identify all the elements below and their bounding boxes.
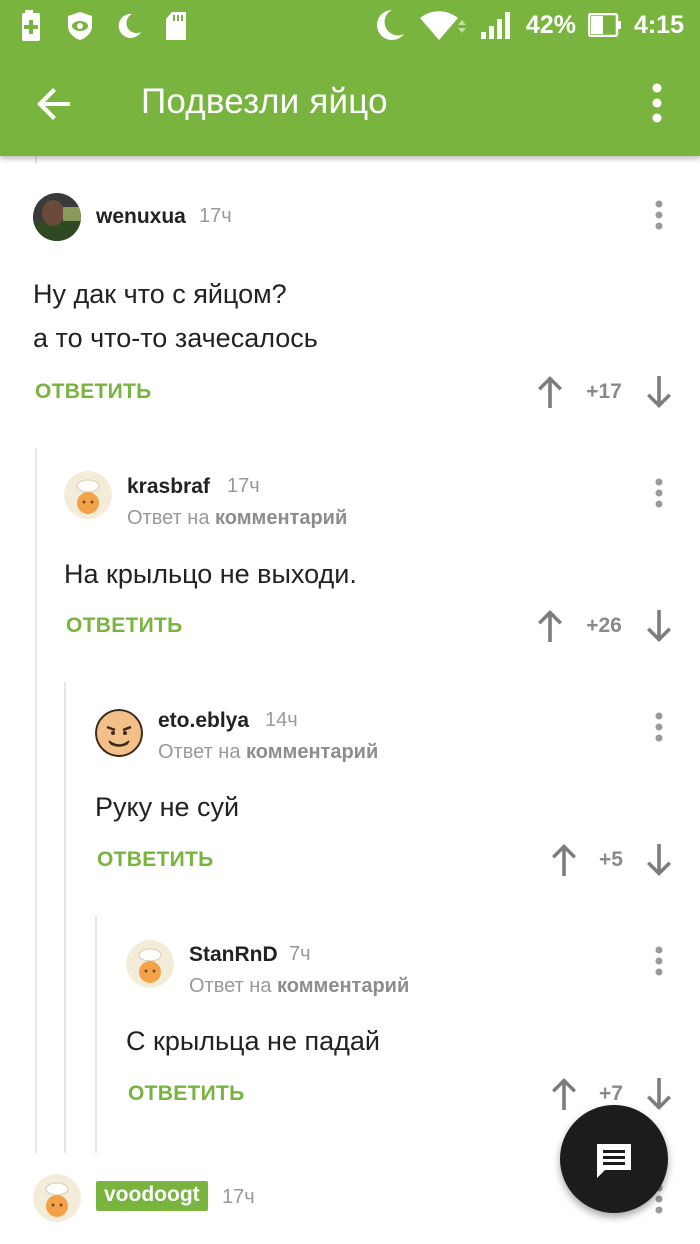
comment-icon	[597, 1144, 631, 1178]
page-title: Подвезли яйцо	[141, 82, 388, 121]
status-bar: 42% 4:15	[0, 0, 700, 52]
sd-card-icon	[166, 12, 186, 40]
arrow-down-icon	[647, 610, 671, 642]
comment-menu-button[interactable]	[645, 942, 673, 982]
moon-icon	[118, 13, 141, 38]
clock: 4:15	[633, 10, 684, 39]
comment-menu-button[interactable]	[645, 708, 673, 748]
upvote-button[interactable]	[550, 1076, 578, 1112]
comment-score: +7	[599, 1082, 623, 1105]
reply-prefix: Ответ на	[189, 975, 272, 997]
more-vert-icon	[652, 83, 662, 123]
comment-line: Ну дак что с яйцом?	[33, 279, 287, 309]
reply-button[interactable]: ОТВЕТИТЬ	[97, 848, 214, 872]
upvote-button[interactable]	[550, 842, 578, 878]
battery-percent: 42%	[525, 10, 576, 39]
comment-score: +17	[586, 380, 622, 403]
downvote-button[interactable]	[645, 374, 673, 410]
comment-text: На крыльцо не выходи.	[64, 552, 357, 596]
upvote-button[interactable]	[536, 374, 564, 410]
avatar[interactable]	[126, 940, 174, 988]
comment-line: а то что-то зачесалось	[33, 323, 318, 353]
reply-button[interactable]: ОТВЕТИТЬ	[128, 1082, 245, 1106]
signal-icon	[480, 12, 510, 39]
arrow-up-icon	[552, 1078, 576, 1110]
downvote-button[interactable]	[645, 842, 673, 878]
comment-score: +26	[586, 614, 622, 637]
comment-text: Ну дак что с яйцом? а то что-то зачесало…	[33, 272, 318, 360]
arrow-up-icon	[538, 376, 562, 408]
reply-target-link[interactable]: комментарий	[246, 741, 378, 763]
comment-score: +5	[599, 848, 623, 871]
battery-icon	[587, 13, 621, 37]
author-username-badge[interactable]: voodoogt	[96, 1181, 208, 1211]
thread-line	[95, 916, 97, 1153]
downvote-button[interactable]	[645, 608, 673, 644]
avatar[interactable]	[33, 1174, 81, 1222]
comment-menu-button[interactable]	[645, 196, 673, 236]
more-vert-icon	[655, 200, 663, 230]
arrow-up-icon	[538, 610, 562, 642]
more-vert-icon	[655, 712, 663, 742]
reply-button[interactable]: ОТВЕТИТЬ	[35, 380, 152, 404]
arrow-down-icon	[647, 844, 671, 876]
more-vert-icon	[655, 946, 663, 976]
reply-target-link[interactable]: комментарий	[277, 975, 409, 997]
comment-text: Руку не суй	[95, 785, 239, 829]
arrow-up-icon	[552, 844, 576, 876]
username[interactable]: krasbraf	[127, 475, 210, 499]
reply-to: Ответ на комментарий	[158, 741, 378, 764]
comment-line: На крыльцо не выходи.	[64, 559, 357, 589]
moon-icon	[376, 10, 404, 40]
username[interactable]: eto.eblya	[158, 709, 249, 733]
battery-saver-icon	[22, 10, 40, 41]
arrow-back-icon	[37, 88, 70, 120]
back-button[interactable]	[34, 82, 78, 126]
comment-time: 17ч	[227, 475, 260, 497]
thread-line	[35, 156, 37, 164]
reply-to: Ответ на комментарий	[127, 507, 347, 530]
eye-shield-icon	[68, 12, 92, 40]
app-bar: Подвезли яйцо	[0, 52, 700, 156]
wifi-icon	[419, 11, 466, 41]
thread-line	[64, 682, 66, 1153]
reply-to: Ответ на комментарий	[189, 975, 409, 998]
reply-target-link[interactable]: комментарий	[215, 507, 347, 529]
comment-time: 14ч	[265, 709, 298, 731]
more-vert-icon	[655, 478, 663, 508]
username[interactable]: StanRnD	[189, 943, 278, 967]
downvote-button[interactable]	[645, 1076, 673, 1112]
write-comment-fab[interactable]	[560, 1105, 668, 1213]
thread-line	[35, 448, 37, 1153]
comment-menu-button[interactable]	[645, 474, 673, 514]
upvote-button[interactable]	[536, 608, 564, 644]
username[interactable]: wenuxua	[96, 205, 186, 229]
avatar[interactable]	[95, 709, 143, 757]
comment-time: 17ч	[199, 205, 232, 227]
overflow-menu-button[interactable]	[640, 80, 674, 126]
comment-line: Руку не суй	[95, 792, 240, 822]
reply-prefix: Ответ на	[158, 741, 241, 763]
reply-button[interactable]: ОТВЕТИТЬ	[66, 614, 183, 638]
comment-time: 17ч	[222, 1186, 255, 1208]
arrow-down-icon	[647, 376, 671, 408]
reply-prefix: Ответ на	[127, 507, 210, 529]
comment-time: 7ч	[289, 943, 311, 965]
avatar[interactable]	[64, 471, 112, 519]
avatar[interactable]	[33, 193, 81, 241]
comment-line: С крыльца не падай	[126, 1026, 380, 1056]
arrow-down-icon	[647, 1078, 671, 1110]
comment-text: С крыльца не падай	[126, 1019, 380, 1063]
